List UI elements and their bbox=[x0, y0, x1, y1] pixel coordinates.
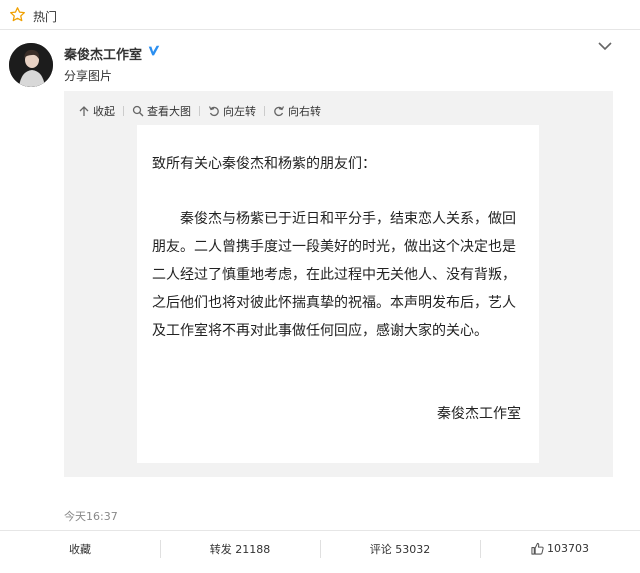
repost-button[interactable]: 转发 21188 bbox=[160, 531, 320, 566]
arrow-up-icon bbox=[79, 106, 89, 116]
rotate-right-label: 向右转 bbox=[288, 105, 321, 118]
star-icon bbox=[10, 7, 25, 22]
magnifier-icon bbox=[132, 105, 144, 117]
top-bar: 热门 bbox=[0, 0, 640, 30]
rotate-left-label: 向左转 bbox=[223, 105, 256, 118]
like-count: 103703 bbox=[547, 542, 589, 555]
rotate-left-icon bbox=[208, 106, 219, 117]
letter-signature: 秦俊杰工作室 bbox=[437, 406, 521, 422]
chevron-down-icon[interactable] bbox=[598, 41, 612, 51]
divider bbox=[199, 106, 200, 116]
statement-image[interactable]: 致所有关心秦俊杰和杨紫的朋友们： 秦俊杰与杨紫已于近日和平分手，结束恋人关系，做… bbox=[137, 125, 539, 463]
like-button[interactable]: 103703 bbox=[480, 531, 640, 566]
view-large-button[interactable]: 查看大图 bbox=[132, 103, 191, 119]
divider bbox=[264, 106, 265, 116]
favorite-button[interactable]: 收藏 bbox=[0, 531, 160, 566]
post-subtitle: 分享图片 bbox=[64, 69, 113, 83]
rotate-left-button[interactable]: 向左转 bbox=[208, 103, 256, 119]
favorite-label: 收藏 bbox=[69, 542, 91, 556]
thumbs-up-icon bbox=[531, 542, 544, 555]
image-viewer: 收起 查看大图 向左转 向右转 致所有关心秦俊杰和杨紫的朋友们： 秦俊杰与杨紫已… bbox=[64, 91, 613, 477]
rotate-right-icon bbox=[274, 106, 285, 117]
post-time[interactable]: 今天16:37 bbox=[64, 508, 118, 524]
action-bar: 收藏 转发 21188 评论 53032 103703 bbox=[0, 530, 640, 566]
verified-icon bbox=[148, 45, 160, 56]
image-toolbar: 收起 查看大图 向左转 向右转 bbox=[78, 103, 321, 119]
collapse-button[interactable]: 收起 bbox=[78, 103, 115, 119]
repost-label: 转发 21188 bbox=[209, 542, 271, 556]
avatar[interactable] bbox=[9, 43, 53, 87]
collapse-label: 收起 bbox=[93, 105, 115, 118]
letter-greeting: 致所有关心秦俊杰和杨紫的朋友们： bbox=[152, 156, 376, 172]
author-name[interactable]: 秦俊杰工作室 bbox=[64, 44, 142, 63]
rotate-right-button[interactable]: 向右转 bbox=[273, 103, 321, 119]
comment-button[interactable]: 评论 53032 bbox=[320, 531, 480, 566]
divider bbox=[123, 106, 124, 116]
letter-body: 秦俊杰与杨紫已于近日和平分手，结束恋人关系，做回朋友。二人曾携手度过一段美好的时… bbox=[152, 211, 516, 339]
hot-label[interactable]: 热门 bbox=[33, 8, 57, 25]
view-large-label: 查看大图 bbox=[147, 105, 191, 118]
comment-label: 评论 53032 bbox=[369, 542, 431, 556]
